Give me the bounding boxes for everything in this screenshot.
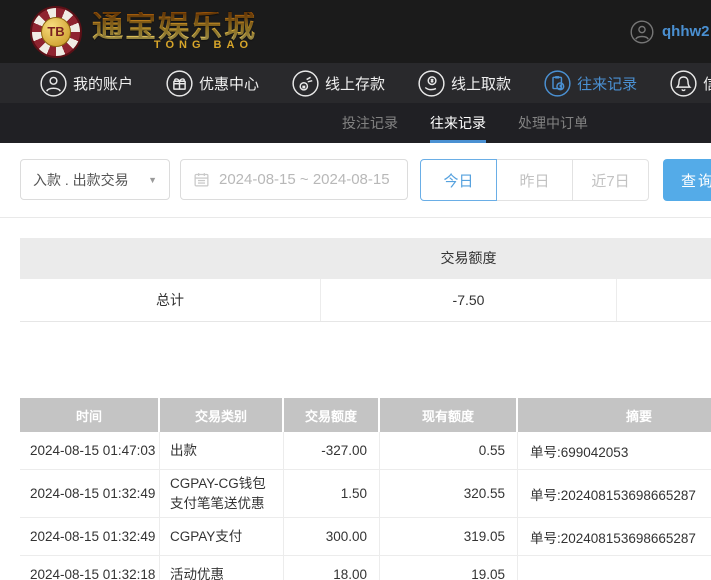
yesterday-button[interactable]: 昨日 (496, 159, 573, 201)
tab-betting-records[interactable]: 投注记录 (342, 103, 398, 143)
tab-label: 处理中订单 (518, 113, 588, 133)
cell-balance: 0.55 (380, 432, 518, 469)
date-range-value: 2024-08-15 ~ 2024-08-15 (219, 171, 390, 188)
date-range-input[interactable]: 2024-08-15 ~ 2024-08-15 (180, 159, 408, 200)
today-button[interactable]: 今日 (420, 159, 497, 201)
withdraw-icon (418, 70, 445, 97)
summary-total-value: -7.50 (320, 279, 617, 321)
nav-item-my-account[interactable]: 我的账户 (40, 70, 133, 97)
username: qhhw2 (662, 23, 710, 40)
nav-label: 往来记录 (577, 73, 637, 94)
search-button[interactable]: 查询 (663, 159, 711, 201)
nav-label: 我的账户 (73, 73, 133, 94)
cell-time: 2024-08-15 01:32:49 (20, 470, 160, 517)
table-row: 2024-08-15 01:32:18 活动优惠 18.00 19.05 (20, 556, 711, 580)
main-navigation: 我的账户 优惠中心 线上存款 线上取款 往来记录 (0, 63, 711, 103)
column-header-type: 交易类别 (160, 398, 284, 432)
transactions-table: 时间 交易类别 交易额度 现有额度 摘要 2024-08-15 01:47:03… (20, 398, 711, 580)
gift-icon (166, 70, 193, 97)
table-header-row: 时间 交易类别 交易额度 现有额度 摘要 (20, 398, 711, 432)
filter-bar: 入款 . 出款交易 ▼ 2024-08-15 ~ 2024-08-15 今日 昨… (0, 143, 711, 218)
summary-amount-header: 交易额度 (320, 238, 617, 279)
cell-time: 2024-08-15 01:32:49 (20, 518, 160, 555)
brand-logo[interactable]: TB 通宝娱乐城 TONG BAO (30, 6, 257, 58)
cell-type: 活动优惠 (160, 556, 284, 580)
summary-table: 交易额度 总计 -7.50 (20, 238, 711, 322)
cell-summary (518, 556, 711, 580)
quick-date-buttons: 今日 昨日 近7日 (420, 159, 649, 217)
nav-item-deposit[interactable]: 线上存款 (292, 70, 385, 97)
user-account[interactable]: qhhw2 (630, 0, 710, 63)
cell-balance: 320.55 (380, 470, 518, 517)
brand-wordmark: 通宝娱乐城 TONG BAO (92, 12, 257, 51)
tab-label: 往来记录 (430, 113, 486, 133)
table-row: 2024-08-15 01:32:49 CGPAY支付 300.00 319.0… (20, 518, 711, 556)
tab-label: 投注记录 (342, 113, 398, 133)
nav-label: 优惠中心 (199, 73, 259, 94)
cell-time: 2024-08-15 01:47:03 (20, 432, 160, 469)
cell-amount: 18.00 (284, 556, 380, 580)
deposit-icon (292, 70, 319, 97)
cell-balance: 319.05 (380, 518, 518, 555)
cell-type: CGPAY支付 (160, 518, 284, 555)
cell-balance: 19.05 (380, 556, 518, 580)
poker-chip-icon: TB (30, 6, 82, 58)
cell-time: 2024-08-15 01:32:18 (20, 556, 160, 580)
summary-header-row: 交易额度 (20, 238, 711, 279)
brand-name-en: TONG BAO (92, 40, 257, 51)
cell-amount: 1.50 (284, 470, 380, 517)
last7days-button[interactable]: 近7日 (572, 159, 649, 201)
summary-total-row: 总计 -7.50 (20, 279, 711, 322)
cell-type: 出款 (160, 432, 284, 469)
cell-summary: 单号:202408153698665287 (518, 518, 711, 555)
bell-icon (670, 70, 697, 97)
chip-monogram: TB (41, 17, 71, 47)
cell-amount: -327.00 (284, 432, 380, 469)
column-header-balance: 现有额度 (380, 398, 518, 432)
top-bar: TB 通宝娱乐城 TONG BAO qhhw2 (0, 0, 711, 63)
summary-empty-cell (617, 279, 711, 321)
nav-label: 线上存款 (325, 73, 385, 94)
records-icon (544, 70, 571, 97)
nav-label: 信 (703, 73, 711, 94)
chevron-down-icon: ▼ (148, 175, 157, 185)
nav-item-messages[interactable]: 信 (670, 70, 711, 97)
user-avatar-icon (630, 20, 654, 44)
select-value: 入款 . 出款交易 (33, 170, 129, 190)
record-tabs: 投注记录 往来记录 处理中订单 (0, 103, 711, 143)
nav-item-promotions[interactable]: 优惠中心 (166, 70, 259, 97)
cell-summary: 单号:699042053 (518, 432, 711, 469)
column-header-amount: 交易额度 (284, 398, 380, 432)
cell-summary: 单号:202408153698665287 (518, 470, 711, 517)
user-icon (40, 70, 67, 97)
column-header-summary: 摘要 (518, 398, 711, 432)
transaction-type-select[interactable]: 入款 . 出款交易 ▼ (20, 159, 170, 200)
nav-label: 线上取款 (451, 73, 511, 94)
table-row: 2024-08-15 01:47:03 出款 -327.00 0.55 单号:6… (20, 432, 711, 470)
calendar-icon (193, 171, 210, 188)
cell-type: CGPAY-CG钱包支付笔笔送优惠 (160, 470, 284, 517)
tab-transaction-records[interactable]: 往来记录 (430, 103, 486, 143)
tab-pending-orders[interactable]: 处理中订单 (518, 103, 588, 143)
nav-item-transactions[interactable]: 往来记录 (544, 70, 637, 97)
column-header-time: 时间 (20, 398, 160, 432)
summary-total-label: 总计 (20, 279, 320, 321)
cell-amount: 300.00 (284, 518, 380, 555)
nav-item-withdraw[interactable]: 线上取款 (418, 70, 511, 97)
table-row: 2024-08-15 01:32:49 CGPAY-CG钱包支付笔笔送优惠 1.… (20, 470, 711, 518)
